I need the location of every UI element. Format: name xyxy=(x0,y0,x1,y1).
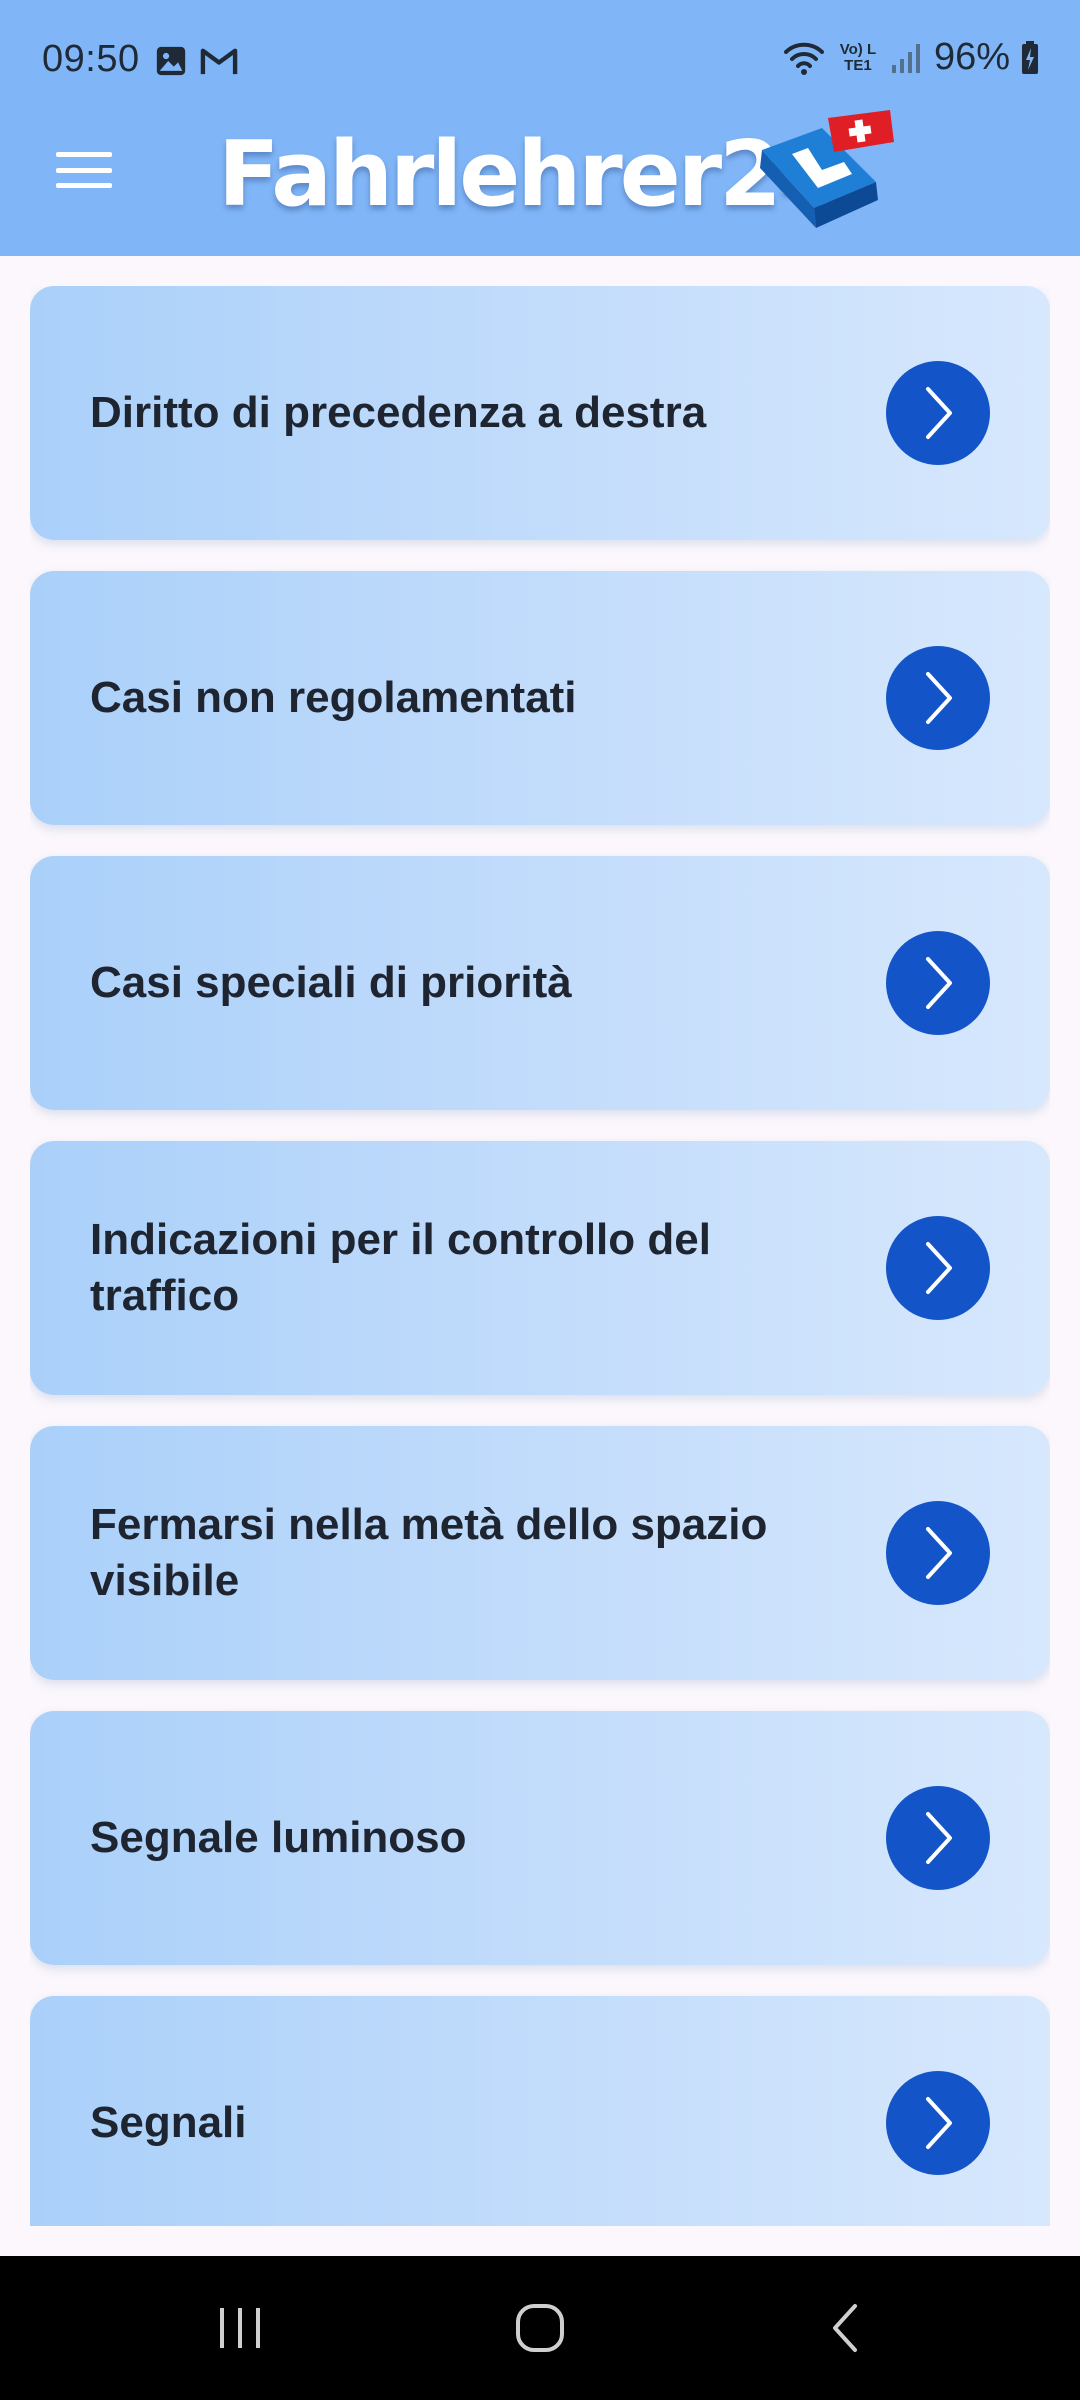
home-button[interactable] xyxy=(490,2292,590,2364)
navigation-bar xyxy=(0,2256,1080,2400)
chevron-right-icon xyxy=(926,387,952,439)
gmail-icon xyxy=(200,48,238,75)
list-item[interactable]: Indicazioni per il controllo del traffic… xyxy=(30,1141,1050,1395)
list-item-label: Indicazioni per il controllo del traffic… xyxy=(90,1215,711,1320)
topic-list: Diritto di precedenza a destra Casi non … xyxy=(30,286,1050,2226)
image-icon xyxy=(156,46,186,76)
list-item-label: Casi speciali di priorità xyxy=(90,958,572,1007)
app-title: Fahrlehrer24 xyxy=(218,122,841,227)
app-bar: 09:50 Vo) LTE1 96% Fahrlehrer24 xyxy=(0,0,1080,256)
chevron-right-icon xyxy=(926,1527,952,1579)
open-topic-button[interactable] xyxy=(886,361,990,465)
list-item-label: Diritto di precedenza a destra xyxy=(90,388,707,437)
network-label: Vo) LTE1 xyxy=(839,40,877,74)
status-time: 09:50 xyxy=(42,38,140,80)
open-topic-button[interactable] xyxy=(886,931,990,1035)
open-topic-button[interactable] xyxy=(886,2071,990,2175)
list-item-label: Segnale luminoso xyxy=(90,1813,467,1862)
list-item[interactable]: Diritto di precedenza a destra xyxy=(30,286,1050,540)
open-topic-button[interactable] xyxy=(886,1786,990,1890)
chevron-right-icon xyxy=(926,1242,952,1294)
list-item-label: Fermarsi nella metà dello spazio visibil… xyxy=(90,1500,768,1605)
battery-percentage: 96% xyxy=(933,36,1010,78)
volte-icon: Vo) LTE1 xyxy=(836,40,880,74)
chevron-right-icon xyxy=(926,672,952,724)
recent-apps-button[interactable] xyxy=(190,2292,290,2364)
battery-icon xyxy=(1022,40,1038,74)
screen: 09:50 Vo) LTE1 96% Fahrlehrer24 Diritto … xyxy=(0,0,1080,2400)
open-topic-button[interactable] xyxy=(886,1216,990,1320)
chevron-right-icon xyxy=(926,2097,952,2149)
fahrlehrer24-logo-icon xyxy=(760,110,894,228)
open-topic-button[interactable] xyxy=(886,646,990,750)
recent-apps-icon xyxy=(220,2308,260,2348)
status-left-icons xyxy=(154,44,238,78)
hamburger-menu-icon xyxy=(56,152,112,157)
chevron-right-icon xyxy=(926,1812,952,1864)
list-item[interactable]: Casi speciali di priorità xyxy=(30,856,1050,1110)
back-icon xyxy=(833,2304,857,2352)
list-item-label: Segnali xyxy=(90,2098,247,2147)
menu-button[interactable] xyxy=(48,140,120,200)
wifi-icon xyxy=(783,42,824,75)
chevron-right-icon xyxy=(926,957,952,1009)
list-item[interactable]: Casi non regolamentati xyxy=(30,571,1050,825)
signal-icon xyxy=(891,43,920,73)
list-item[interactable]: Segnale luminoso xyxy=(30,1711,1050,1965)
list-item-label: Casi non regolamentati xyxy=(90,673,577,722)
status-right-icons: Vo) LTE1 96% xyxy=(782,36,1040,79)
list-item[interactable]: Fermarsi nella metà dello spazio visibil… xyxy=(30,1426,1050,1680)
home-icon xyxy=(516,2304,564,2352)
list-item[interactable]: Segnali xyxy=(30,1996,1050,2226)
back-button[interactable] xyxy=(795,2292,895,2364)
open-topic-button[interactable] xyxy=(886,1501,990,1605)
